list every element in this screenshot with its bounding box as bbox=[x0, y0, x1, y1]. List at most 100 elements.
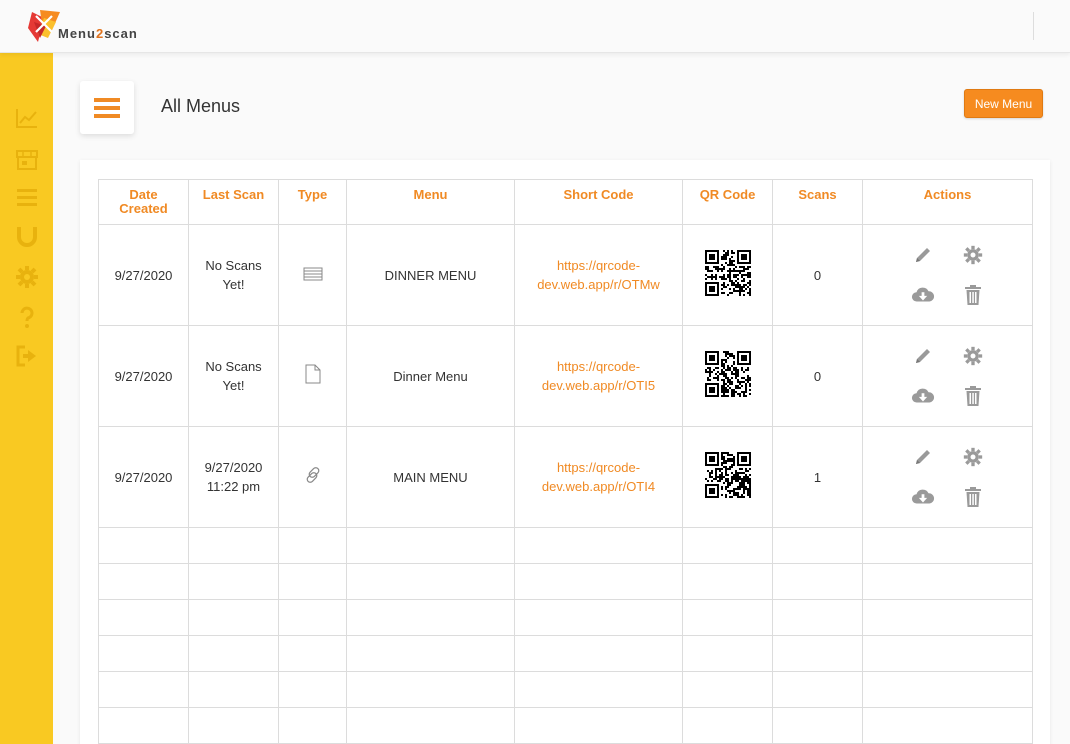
empty-cell bbox=[278, 707, 347, 744]
edit-pencil-icon[interactable] bbox=[911, 243, 935, 267]
table-row: 9/27/2020 No Scans Yet! DINNER MENU https… bbox=[98, 224, 1033, 326]
empty-cell bbox=[682, 563, 773, 600]
cell-short-code: https://qrcode-dev.web.app/r/OTI5 bbox=[514, 325, 683, 427]
settings-gear-icon[interactable] bbox=[961, 344, 985, 368]
empty-cell bbox=[98, 671, 189, 708]
download-cloud-icon[interactable] bbox=[911, 283, 935, 307]
edit-pencil-icon[interactable] bbox=[911, 344, 935, 368]
delete-trash-icon[interactable] bbox=[961, 485, 985, 509]
topbar-divider bbox=[1033, 12, 1034, 40]
empty-cell bbox=[772, 707, 863, 744]
qr-code-graphic bbox=[704, 249, 751, 296]
cell-menu-name: MAIN MENU bbox=[346, 426, 515, 528]
empty-cell bbox=[682, 527, 773, 564]
table-row: 9/27/2020 9/27/2020 11:22 pm MAIN MENU ht… bbox=[98, 426, 1033, 528]
empty-cell bbox=[188, 671, 279, 708]
empty-table-row bbox=[98, 527, 1033, 564]
cell-scans: 0 bbox=[772, 325, 863, 427]
edit-pencil-icon[interactable] bbox=[911, 445, 935, 469]
empty-cell bbox=[98, 635, 189, 672]
cell-actions bbox=[862, 224, 1033, 326]
download-cloud-icon[interactable] bbox=[911, 485, 935, 509]
new-menu-button[interactable]: New Menu bbox=[964, 89, 1043, 118]
top-bar: Menu2scan bbox=[0, 0, 1070, 53]
empty-cell bbox=[346, 635, 515, 672]
cell-date-created: 9/27/2020 bbox=[98, 426, 189, 528]
brand-logo[interactable]: Menu2scan bbox=[26, 8, 166, 44]
empty-cell bbox=[98, 707, 189, 744]
store-icon[interactable] bbox=[15, 148, 39, 172]
delete-trash-icon[interactable] bbox=[961, 384, 985, 408]
link-icon bbox=[306, 466, 319, 483]
cell-type bbox=[278, 426, 347, 528]
column-header-date-created[interactable]: Date Created bbox=[98, 179, 189, 225]
sign-out-icon[interactable] bbox=[15, 344, 39, 368]
empty-cell bbox=[772, 635, 863, 672]
settings-gear-icon[interactable] bbox=[961, 243, 985, 267]
empty-cell bbox=[862, 671, 1033, 708]
empty-cell bbox=[278, 635, 347, 672]
short-code-link[interactable]: https://qrcode-dev.web.app/r/OTI4 bbox=[542, 460, 655, 494]
empty-cell bbox=[862, 635, 1033, 672]
empty-cell bbox=[346, 527, 515, 564]
delete-trash-icon[interactable] bbox=[961, 283, 985, 307]
empty-cell bbox=[772, 527, 863, 564]
empty-cell bbox=[188, 707, 279, 744]
cell-qr-code bbox=[682, 224, 773, 326]
column-header-scans[interactable]: Scans bbox=[772, 179, 863, 225]
empty-table-row bbox=[98, 599, 1033, 636]
empty-cell bbox=[772, 563, 863, 600]
column-header-type[interactable]: Type bbox=[278, 179, 347, 225]
cell-menu-name: Dinner Menu bbox=[346, 325, 515, 427]
column-header-qr-code[interactable]: QR Code bbox=[682, 179, 773, 225]
page-title: All Menus bbox=[161, 96, 241, 116]
short-code-link[interactable]: https://qrcode-dev.web.app/r/OTMw bbox=[537, 258, 660, 292]
empty-cell bbox=[188, 635, 279, 672]
cell-date-created: 9/27/2020 bbox=[98, 224, 189, 326]
empty-table-row bbox=[98, 563, 1033, 600]
cell-last-scan: No Scans Yet! bbox=[188, 224, 279, 326]
cell-short-code: https://qrcode-dev.web.app/r/OTMw bbox=[514, 224, 683, 326]
cell-date-created: 9/27/2020 bbox=[98, 325, 189, 427]
table-row: 9/27/2020 No Scans Yet! Dinner Menu https… bbox=[98, 325, 1033, 427]
empty-cell bbox=[278, 527, 347, 564]
empty-cell bbox=[346, 563, 515, 600]
bars-icon[interactable] bbox=[15, 185, 39, 209]
column-header-last-scan[interactable]: Last Scan bbox=[188, 179, 279, 225]
main-content: All Menus New Menu Date Created Last Scan… bbox=[53, 53, 1070, 744]
empty-cell bbox=[682, 671, 773, 708]
empty-cell bbox=[346, 707, 515, 744]
magnet-icon[interactable] bbox=[15, 224, 39, 248]
empty-cell bbox=[514, 707, 683, 744]
empty-cell bbox=[188, 599, 279, 636]
qr-code-graphic bbox=[704, 451, 751, 498]
download-cloud-icon[interactable] bbox=[911, 384, 935, 408]
empty-cell bbox=[862, 707, 1033, 744]
column-header-menu[interactable]: Menu bbox=[346, 179, 515, 225]
empty-cell bbox=[346, 671, 515, 708]
empty-cell bbox=[98, 599, 189, 636]
cell-qr-code bbox=[682, 426, 773, 528]
qr-code-image[interactable] bbox=[704, 350, 751, 397]
empty-cell bbox=[514, 563, 683, 600]
empty-cell bbox=[682, 707, 773, 744]
qr-code-image[interactable] bbox=[704, 249, 751, 296]
empty-table-row bbox=[98, 671, 1033, 708]
empty-cell bbox=[98, 527, 189, 564]
empty-cell bbox=[278, 563, 347, 600]
settings-gear-icon[interactable] bbox=[961, 445, 985, 469]
cell-last-scan: No Scans Yet! bbox=[188, 325, 279, 427]
empty-cell bbox=[682, 599, 773, 636]
menu-toggle-button[interactable] bbox=[80, 81, 134, 134]
empty-table-row bbox=[98, 635, 1033, 672]
empty-cell bbox=[188, 563, 279, 600]
sidebar bbox=[0, 53, 53, 744]
menus-table: Date Created Last Scan Type Menu Short Co… bbox=[98, 179, 1033, 744]
qr-code-image[interactable] bbox=[704, 451, 751, 498]
logo-text: Menu2scan bbox=[58, 26, 138, 41]
column-header-short-code[interactable]: Short Code bbox=[514, 179, 683, 225]
short-code-link[interactable]: https://qrcode-dev.web.app/r/OTI5 bbox=[542, 359, 655, 393]
gear-icon[interactable] bbox=[15, 265, 39, 289]
question-icon[interactable] bbox=[15, 305, 39, 329]
chart-line-icon[interactable] bbox=[15, 106, 39, 130]
